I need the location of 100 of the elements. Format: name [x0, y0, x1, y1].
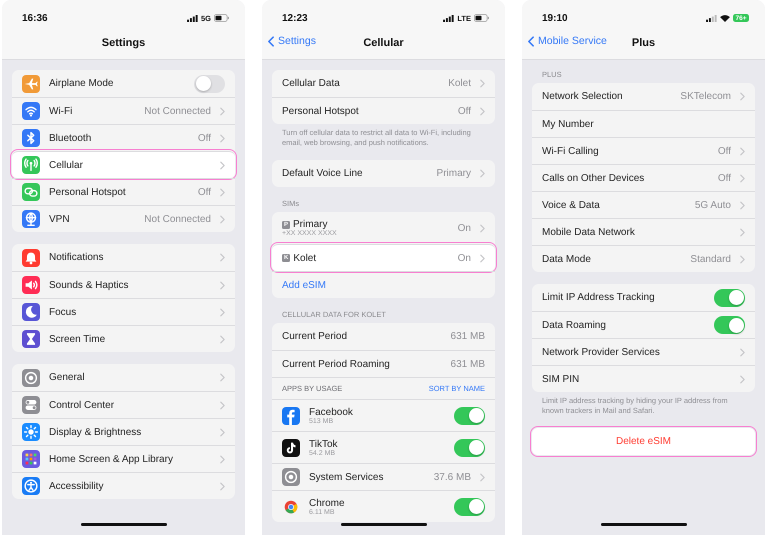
back-button[interactable]: Mobile Service — [528, 35, 607, 47]
settings-row[interactable]: General — [12, 364, 235, 391]
settings-row[interactable]: SIM PIN — [532, 365, 755, 392]
settings-row[interactable]: VPN Not Connected — [12, 205, 235, 232]
row-value: Off — [198, 132, 211, 144]
toggle-switch[interactable] — [454, 498, 485, 516]
settings-row[interactable]: Focus — [12, 298, 235, 325]
chevron-icon — [220, 400, 225, 410]
screen-title: Cellular — [363, 37, 404, 49]
row-label: Personal Hotspot — [49, 186, 126, 198]
screen-title: Plus — [632, 37, 656, 49]
row-label: Bluetooth — [49, 132, 92, 144]
chevron-icon — [220, 373, 225, 382]
row-label: Current Period — [282, 331, 348, 342]
settings-row[interactable]: Display & Brightness — [12, 418, 235, 445]
chevron-icon — [740, 374, 745, 384]
settings-row[interactable]: Notifications — [12, 244, 235, 271]
settings-row[interactable]: Control Center — [12, 391, 235, 418]
signal-icon — [443, 14, 454, 22]
status-time: 12:23 — [282, 12, 308, 24]
row-label: Sounds & Haptics — [49, 280, 128, 290]
chevron-icon — [480, 254, 485, 262]
chevron-icon — [220, 334, 225, 344]
settings-row[interactable]: Accessibility — [12, 472, 235, 499]
settings-row[interactable]: Calls on Other Devices Off — [532, 164, 755, 191]
row-label: Wi-Fi Calling — [542, 146, 599, 156]
row-value: Kolet — [448, 78, 471, 89]
row-label: VPN — [49, 214, 70, 224]
chevron-icon — [740, 146, 745, 156]
settings-row[interactable]: Airplane Mode — [12, 70, 235, 97]
row-label: Network Provider Services — [542, 346, 660, 358]
toggle-switch[interactable] — [714, 288, 745, 306]
settings-row[interactable]: Network Provider Services — [532, 338, 755, 365]
toggle-switch[interactable] — [454, 438, 485, 456]
row-value: On — [458, 252, 471, 264]
app-icon — [282, 406, 300, 424]
row-label: Chrome — [309, 498, 345, 508]
battery-icon — [214, 14, 229, 22]
row-label: Display & Brightness — [49, 426, 142, 438]
settings-row[interactable]: My Number — [532, 110, 755, 137]
add-esim-link[interactable]: Add eSIM — [272, 271, 495, 298]
toggle-switch[interactable] — [714, 316, 745, 334]
settings-row[interactable]: Current Period 631 MB — [272, 323, 495, 350]
settings-row[interactable]: Cellular Data Kolet — [272, 70, 495, 97]
settings-row[interactable]: Cellular — [12, 151, 235, 178]
music-note-icon — [282, 438, 300, 456]
row-label: SIM PIN — [542, 374, 580, 384]
chevron-icon — [220, 308, 225, 316]
settings-row[interactable]: Personal Hotspot Off — [12, 178, 235, 205]
row-label: Current Period Roaming — [282, 358, 390, 370]
row-label: Personal Hotspot — [282, 106, 359, 116]
wifi-icon — [720, 14, 730, 22]
row-label: System Services — [309, 472, 384, 482]
status-time: 19:10 — [542, 12, 568, 24]
gear-icon — [282, 468, 300, 486]
toggle-switch[interactable] — [454, 406, 485, 424]
toggle-switch[interactable] — [194, 74, 225, 92]
signal-icon — [706, 14, 717, 22]
back-button[interactable]: Settings — [268, 35, 316, 47]
battery-icon — [474, 14, 489, 22]
row-label: Kolet — [293, 252, 316, 264]
settings-row[interactable]: Limit IP Address Tracking — [532, 284, 755, 311]
settings-row[interactable]: Current Period Roaming 631 MB — [272, 350, 495, 377]
settings-row[interactable]: Data Mode Standard — [532, 245, 755, 272]
settings-row[interactable]: System Services 37.6 MB — [272, 463, 495, 490]
delete-esim-button[interactable]: Delete eSIM — [532, 428, 755, 455]
chevron-icon — [220, 253, 225, 262]
row-value: 5G Auto — [694, 200, 731, 210]
settings-row[interactable]: Sounds & Haptics — [12, 271, 235, 298]
settings-row[interactable]: Default Voice Line Primary — [272, 160, 495, 187]
back-chevron-icon — [528, 36, 534, 46]
settings-row[interactable]: Wi-Fi Calling Off — [532, 137, 755, 164]
settings-row[interactable]: Wi-Fi Not Connected — [12, 97, 235, 124]
row-label: Calls on Other Devices — [542, 172, 644, 184]
row-label: TikTok — [309, 438, 338, 450]
settings-row[interactable]: Data Roaming — [532, 311, 755, 338]
settings-row[interactable]: Voice & Data 5G Auto — [532, 191, 755, 218]
row-label: Network Selection — [542, 91, 623, 102]
row-value: Off — [718, 146, 731, 156]
chevron-icon — [740, 92, 745, 101]
row-value: Off — [718, 172, 731, 184]
chevron-icon — [740, 200, 745, 210]
row-value: Not Connected — [144, 106, 211, 116]
settings-row[interactable]: Screen Time — [12, 325, 235, 352]
row-value: 631 MB — [450, 358, 485, 370]
settings-row[interactable]: Mobile Data Network — [532, 218, 755, 245]
row-value: Not Connected — [144, 214, 211, 224]
back-chevron-icon — [268, 36, 274, 46]
row-label: My Number — [542, 118, 594, 130]
chevron-icon — [220, 280, 225, 290]
settings-row[interactable]: Personal Hotspot Off — [272, 97, 495, 124]
settings-row[interactable]: Home Screen & App Library — [12, 445, 235, 472]
settings-row[interactable]: Network Selection SKTelecom — [532, 83, 755, 110]
row-label: Control Center — [49, 400, 114, 410]
chevron-icon — [740, 254, 745, 264]
row-label: Default Voice Line — [282, 168, 363, 179]
chevron-icon — [480, 79, 485, 88]
circle-logo-icon — [282, 498, 300, 516]
row-value: 631 MB — [450, 331, 485, 342]
row-value: On — [458, 222, 471, 234]
